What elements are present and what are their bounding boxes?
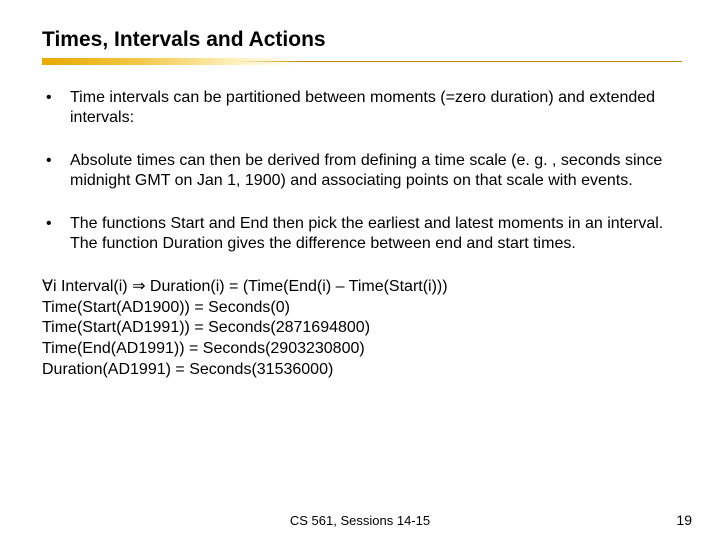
equation-line: Duration(AD1991) = Seconds(31536000) [42, 360, 678, 381]
slide: Times, Intervals and Actions • Time inte… [0, 0, 720, 540]
bullet-text: Absolute times can then be derived from … [70, 151, 678, 192]
slide-title: Times, Intervals and Actions [42, 28, 678, 52]
bullet-item: • Absolute times can then be derived fro… [42, 151, 678, 192]
bullet-icon: • [42, 88, 70, 129]
footer-text: CS 561, Sessions 14-15 [0, 513, 720, 528]
bullet-icon: • [42, 214, 70, 255]
equation-line: Time(End(AD1991)) = Seconds(2903230800) [42, 339, 678, 360]
bullet-item: • Time intervals can be partitioned betw… [42, 88, 678, 129]
title-underline [42, 58, 682, 70]
page-number: 19 [676, 512, 692, 528]
bullet-item: • The functions Start and End then pick … [42, 214, 678, 255]
equation-line: Time(Start(AD1900)) = Seconds(0) [42, 298, 678, 319]
title-block: Times, Intervals and Actions [42, 28, 678, 70]
bullet-text: The functions Start and End then pick th… [70, 214, 678, 255]
equation-line: Time(Start(AD1991)) = Seconds(2871694800… [42, 318, 678, 339]
body-content: • Time intervals can be partitioned betw… [42, 88, 678, 381]
gradient-bar [42, 58, 302, 65]
bullet-icon: • [42, 151, 70, 192]
equations-block: ∀i Interval(i) ⇒ Duration(i) = (Time(End… [42, 277, 678, 381]
equation-line: ∀i Interval(i) ⇒ Duration(i) = (Time(End… [42, 277, 678, 298]
bullet-text: Time intervals can be partitioned betwee… [70, 88, 678, 129]
